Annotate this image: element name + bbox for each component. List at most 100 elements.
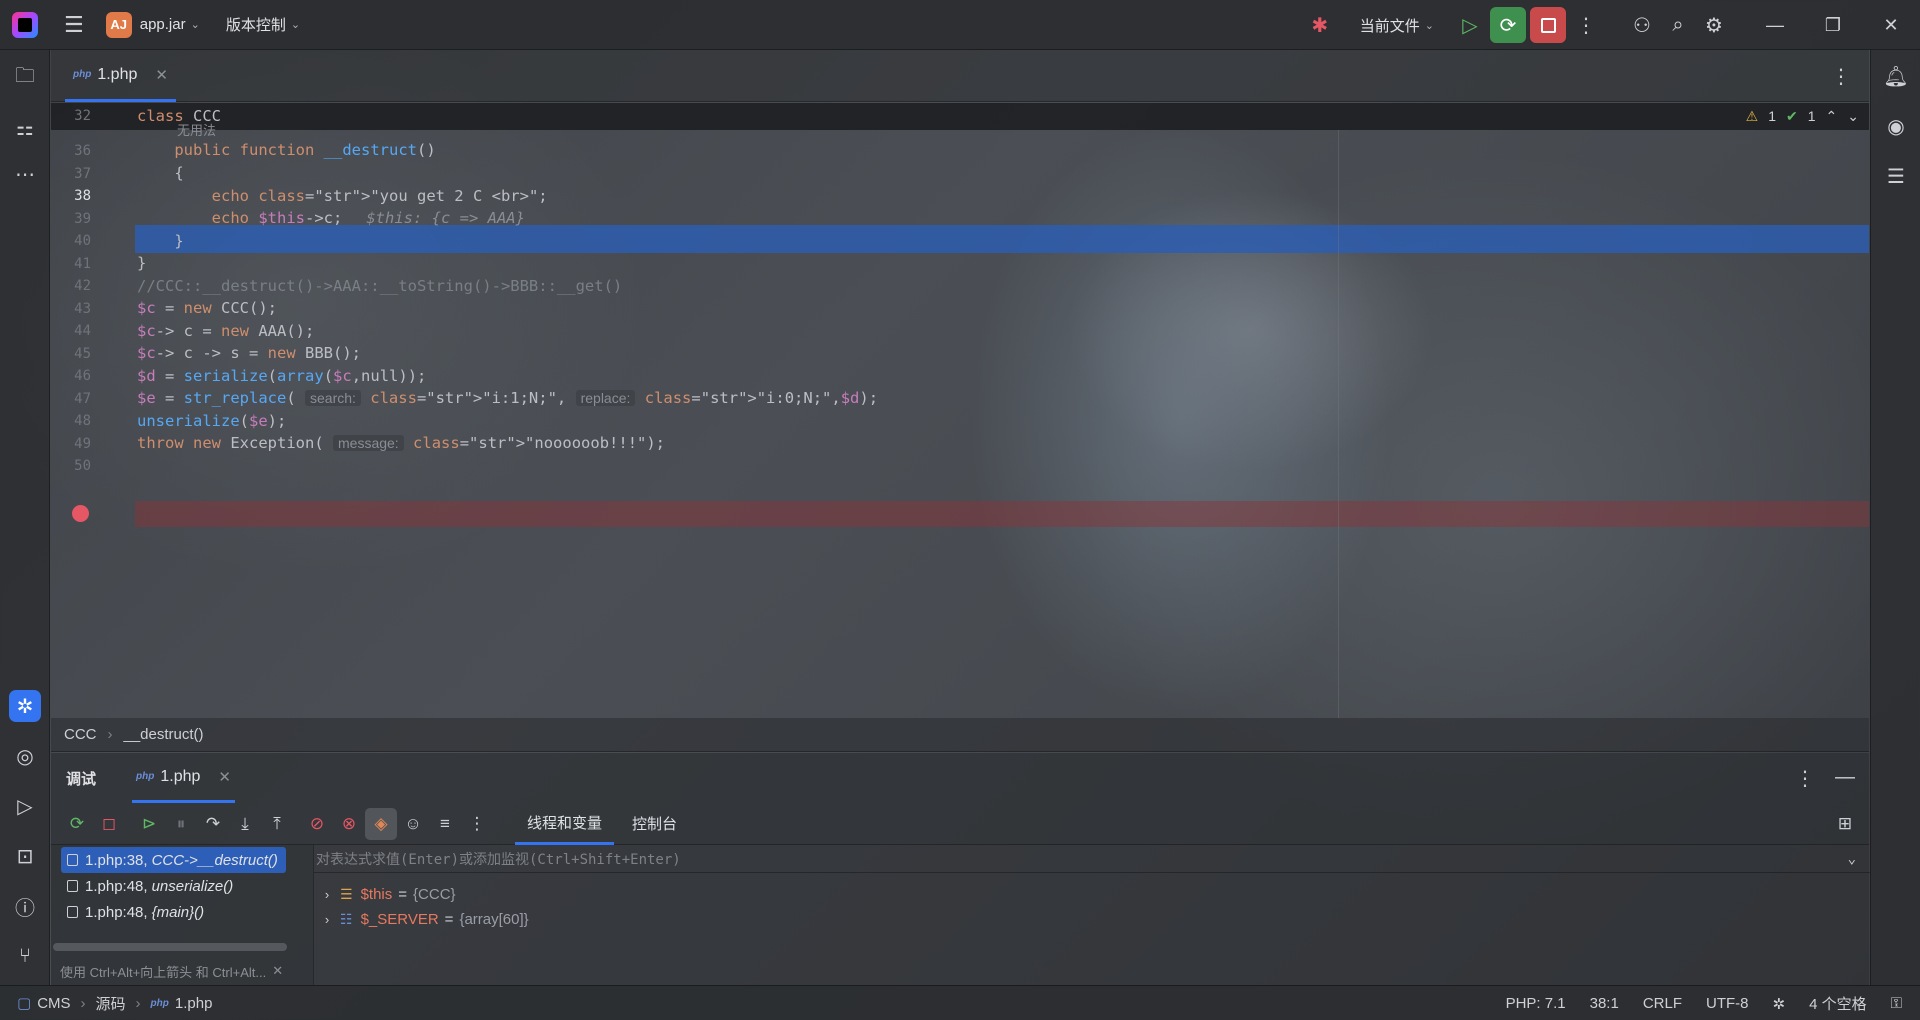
expand-arrow-icon[interactable]: › — [314, 887, 340, 902]
listen-connections-icon[interactable]: ☺ — [397, 808, 429, 840]
editor-tab-1php[interactable]: php 1.php ✕ — [65, 50, 176, 102]
structure-icon[interactable]: ⚏ — [9, 112, 41, 144]
code-line[interactable]: $c = new CCC(); — [137, 299, 277, 317]
caret-position[interactable]: 38:1 — [1590, 995, 1619, 1012]
code-line[interactable]: unserialize($e); — [137, 412, 286, 430]
code-line[interactable]: $e = str_replace( search: class="str">"i… — [137, 389, 878, 407]
database-icon[interactable]: ☰ — [1880, 160, 1912, 192]
horizontal-scrollbar[interactable] — [53, 943, 287, 951]
status-bar: ▢ CMS › 源码 › php 1.php PHP: 7.1 38:1 CRL… — [0, 985, 1920, 1020]
mute-breakpoints-icon[interactable]: ⊗ — [333, 808, 365, 840]
git-icon[interactable]: ⑂ — [9, 940, 41, 972]
project-folder-icon[interactable]: 🗀 — [9, 62, 41, 94]
close-icon[interactable]: ✕ — [218, 768, 231, 786]
code-line[interactable]: public function __destruct() — [137, 141, 435, 159]
variable-row[interactable]: › ☰ $this = {CCC} — [314, 882, 456, 906]
break-at-first-line-icon[interactable]: ◈ — [365, 807, 397, 840]
debug-button[interactable]: ⟳ — [1490, 7, 1526, 43]
list-item[interactable]: 1.php:48, unserialize() — [61, 873, 241, 899]
problems-icon[interactable]: ⓘ — [9, 890, 41, 922]
more-debug-actions-icon[interactable]: ⋮ — [461, 808, 493, 840]
status-path-file[interactable]: 1.php — [175, 995, 213, 1012]
debug-bug-icon[interactable]: ✱ — [1302, 7, 1338, 43]
settings-gear-icon[interactable]: ⚙ — [1696, 7, 1732, 43]
vcs-menu[interactable]: 版本控制 — [226, 14, 286, 35]
tab-options-icon[interactable]: ⋮ — [1831, 64, 1851, 89]
debug-session-tab[interactable]: php 1.php ✕ — [132, 753, 235, 803]
more-actions-icon[interactable]: ⋮ — [1568, 7, 1604, 43]
code-editor[interactable]: 32 class CCC ⚠ 1 ✔ 1 ⌃ ⌄ 无用法 36 37 38 39… — [51, 103, 1869, 718]
close-icon[interactable]: ✕ — [155, 66, 168, 84]
code-line[interactable]: { — [137, 164, 183, 182]
step-into-icon[interactable]: ⤓ — [229, 808, 261, 840]
restore-button[interactable]: ❐ — [1804, 15, 1862, 36]
chevron-down-icon[interactable]: ⌄ — [291, 18, 300, 31]
rerun-icon[interactable]: ⟳ — [61, 808, 93, 840]
run-config-selector[interactable]: 当前文件 — [1360, 15, 1420, 36]
code-line[interactable]: throw new Exception( message: class="str… — [137, 434, 665, 452]
chevron-up-icon[interactable]: ⌃ — [1826, 108, 1838, 125]
evaluate-icon[interactable]: ≡ — [429, 808, 461, 840]
pause-icon[interactable]: ⏸︎ — [165, 808, 197, 840]
lock-icon[interactable]: ⚿ — [1891, 995, 1902, 1012]
breadcrumb-method[interactable]: __destruct() — [124, 726, 204, 743]
resume-icon[interactable]: ⊳ — [133, 808, 165, 840]
chevron-down-icon[interactable]: ⌄ — [191, 18, 200, 31]
search-icon[interactable]: ⌕ — [1660, 7, 1696, 43]
add-user-icon[interactable]: ⚇ — [1624, 7, 1660, 43]
code-line[interactable]: $c-> c -> s = new BBB(); — [137, 344, 361, 362]
list-item[interactable]: 1.php:38, CCC->__destruct() — [61, 847, 286, 873]
line-separator[interactable]: CRLF — [1643, 995, 1682, 1012]
step-over-icon[interactable]: ↷ — [197, 808, 229, 840]
status-path-root[interactable]: CMS — [37, 995, 70, 1012]
tab-console[interactable]: 控制台 — [620, 803, 689, 845]
view-breakpoints-icon[interactable]: ⊘ — [301, 808, 333, 840]
breakpoint-icon[interactable] — [72, 505, 89, 522]
expand-arrow-icon[interactable]: › — [314, 912, 340, 927]
code-line[interactable]: echo $this->c; $this: {c => AAA} — [137, 209, 525, 227]
hide-panel-icon[interactable]: — — [1835, 766, 1855, 791]
frame-function: unserialize() — [151, 877, 234, 895]
status-path-folder[interactable]: 源码 — [96, 993, 126, 1014]
php-version[interactable]: PHP: 7.1 — [1506, 995, 1566, 1012]
terminal-icon[interactable]: ⊡ — [9, 840, 41, 872]
project-badge[interactable]: AJ — [105, 11, 132, 38]
indent-setting[interactable]: 4 个空格 — [1809, 993, 1867, 1014]
project-name[interactable]: app.jar — [140, 16, 186, 33]
file-encoding[interactable]: UTF-8 — [1706, 995, 1749, 1012]
more-tools-icon[interactable]: ⋯ — [9, 158, 41, 190]
breadcrumb-class[interactable]: CCC — [64, 726, 97, 743]
ai-assistant-icon[interactable]: ◉ — [1880, 110, 1912, 142]
close-icon[interactable]: ✕ — [272, 963, 283, 979]
code-line[interactable]: $d = serialize(array($c,null)); — [137, 367, 426, 385]
run-tool-icon[interactable]: ▷ — [9, 790, 41, 822]
layout-settings-icon[interactable]: ⊞ — [1829, 808, 1861, 840]
run-icon[interactable]: ▷ — [1452, 7, 1488, 43]
list-item[interactable]: 1.php:48, {main}() — [61, 899, 212, 925]
tab-threads-variables[interactable]: 线程和变量 — [515, 803, 615, 845]
debug-status-icon[interactable]: ✲ — [1772, 995, 1785, 1013]
notifications-bell-icon[interactable]: 🔔︎ — [1880, 60, 1912, 92]
variable-row[interactable]: › ☷ $_SERVER = {array[60]} — [314, 907, 529, 931]
evaluate-expression-input[interactable]: 对表达式求值(Enter)或添加监视(Ctrl+Shift+Enter) ⌄ — [314, 845, 1870, 873]
chevron-down-icon[interactable]: ⌄ — [1425, 19, 1434, 32]
php-file-icon: php — [73, 69, 92, 80]
sticky-line[interactable]: 32 class CCC ⚠ 1 ✔ 1 ⌃ ⌄ — [51, 103, 1869, 130]
code-line[interactable]: echo class="str">"you get 2 C <br>"; — [137, 187, 548, 205]
stop-button[interactable] — [1530, 7, 1566, 43]
main-menu-icon[interactable]: ☰ — [64, 12, 84, 38]
code-line[interactable]: } — [137, 254, 146, 272]
debug-tool-icon[interactable]: ✲ — [9, 690, 41, 722]
close-window-button[interactable]: ✕ — [1862, 15, 1920, 36]
code-line[interactable]: //CCC::__destruct()->AAA::__toString()->… — [137, 277, 622, 295]
minimize-button[interactable]: — — [1746, 15, 1804, 36]
code-line[interactable]: } — [137, 232, 183, 250]
inspection-widget[interactable]: ⚠ 1 ✔ 1 ⌃ ⌄ — [1746, 108, 1859, 125]
services-icon[interactable]: ◎ — [9, 740, 41, 772]
code-line[interactable]: $c-> c = new AAA(); — [137, 322, 314, 340]
options-icon[interactable]: ⋮ — [1795, 766, 1815, 791]
step-out-icon[interactable]: ⤒ — [261, 808, 293, 840]
stop-icon[interactable]: ◻ — [93, 808, 125, 840]
chevron-down-icon[interactable]: ⌄ — [1848, 851, 1856, 867]
chevron-down-icon[interactable]: ⌄ — [1847, 108, 1859, 125]
